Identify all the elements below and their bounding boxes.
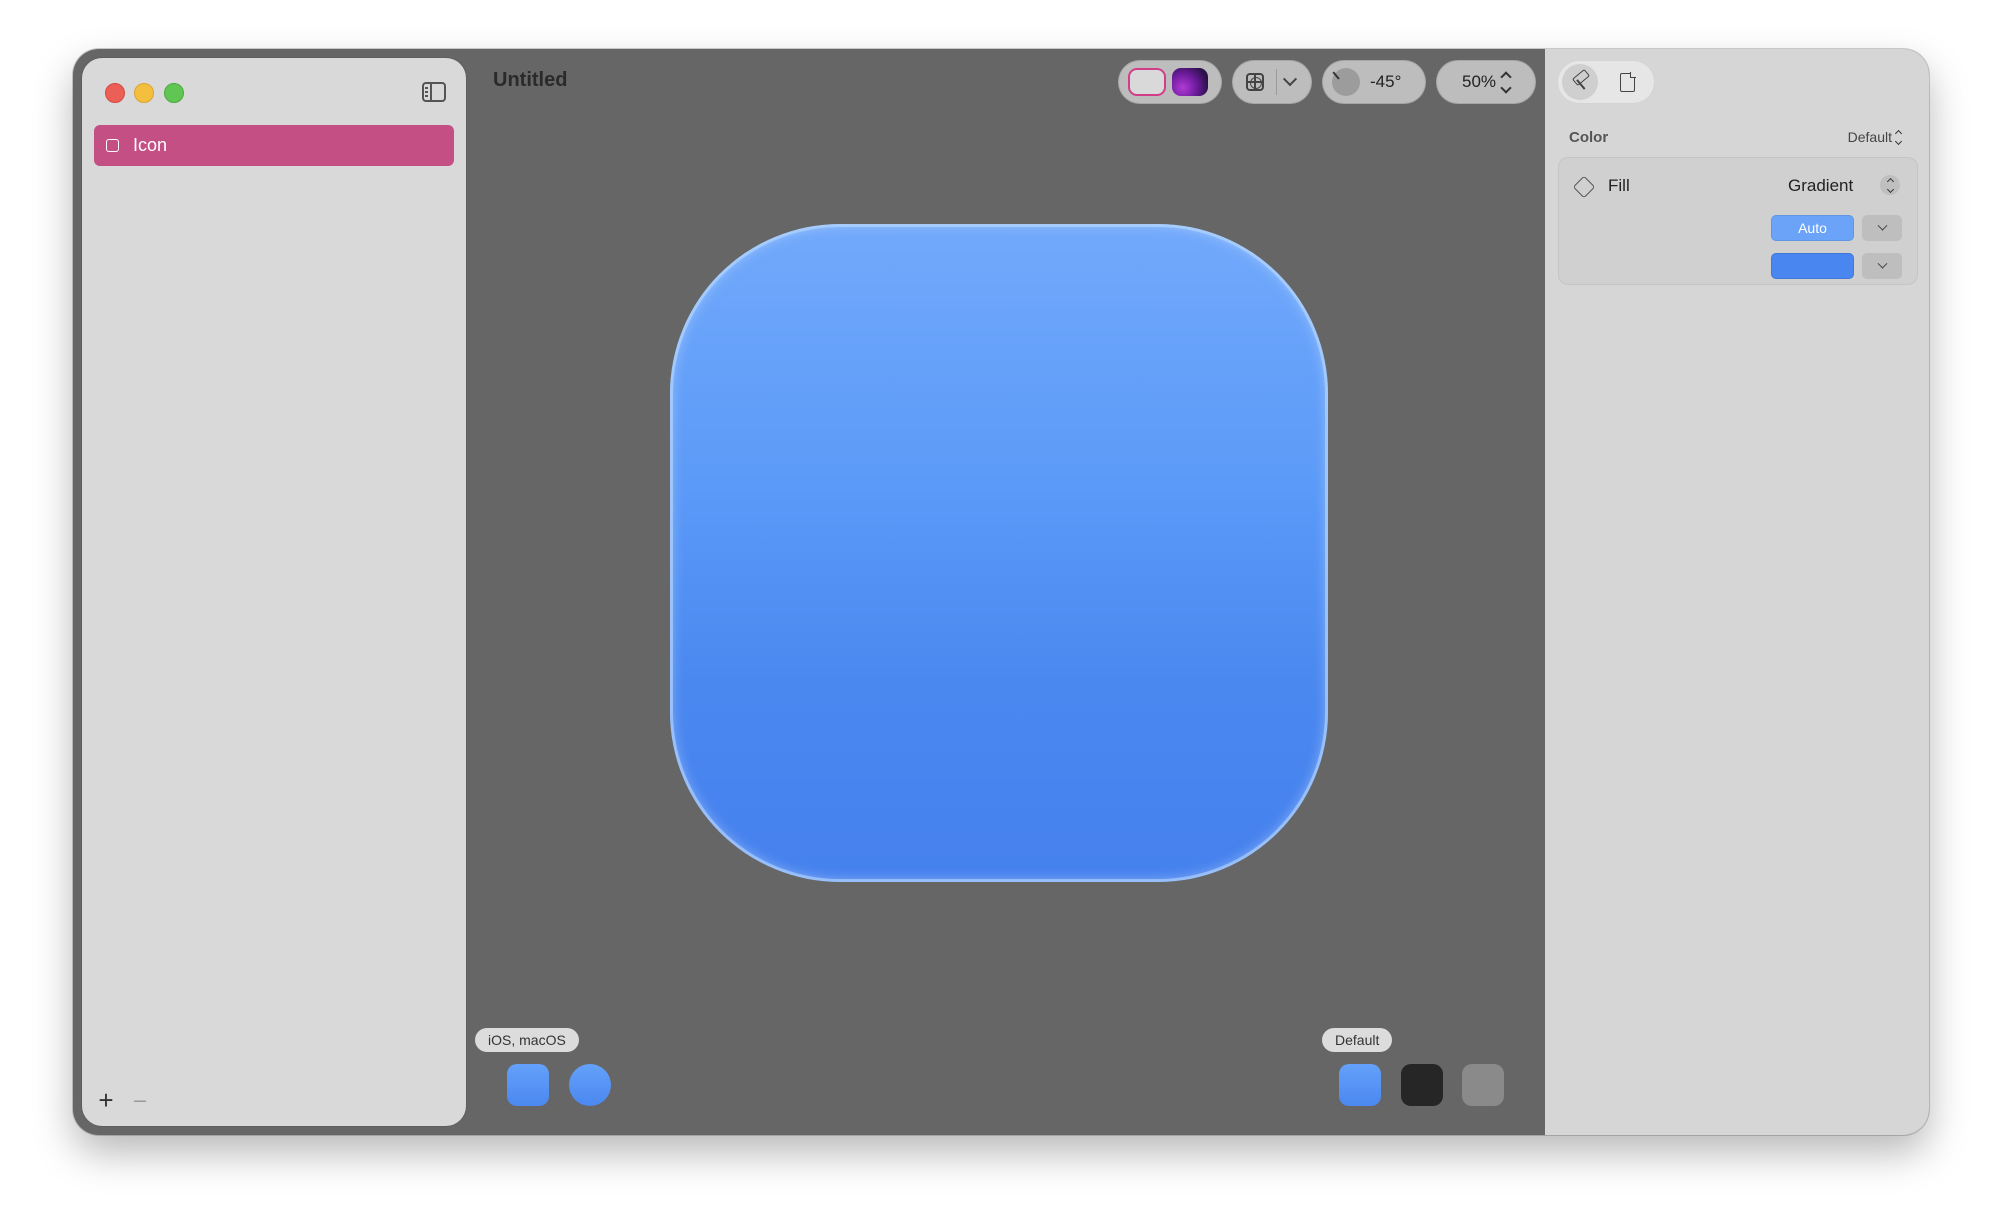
app-window: Icon + – Untitled -45° 50% iOS, macOS De… [73, 49, 1929, 1135]
gradient-stop-2-menu[interactable] [1862, 253, 1902, 279]
platform-badge: iOS, macOS [475, 1028, 579, 1052]
dark-appearance-swatch[interactable] [1172, 68, 1208, 96]
add-layer-button[interactable]: + [96, 1087, 116, 1113]
chevron-down-icon [1877, 220, 1887, 231]
fill-card: Fill Gradient Auto [1558, 157, 1918, 285]
stepper-icon[interactable] [1500, 70, 1512, 94]
sidebar-toggle-icon[interactable] [422, 82, 446, 102]
dark-variant-preview[interactable] [1401, 1064, 1443, 1106]
inspector-tabs [1557, 60, 1655, 104]
document-title: Untitled [493, 69, 568, 91]
minimize-window-button[interactable] [134, 83, 154, 103]
gradient-stop-2-color[interactable] [1771, 253, 1854, 279]
angle-value: -45° [1370, 72, 1402, 91]
sidebar: Icon + – [82, 58, 466, 1126]
light-angle-control[interactable]: -45° [1322, 60, 1426, 104]
zoom-value: 50% [1461, 72, 1497, 91]
zoom-control[interactable]: 50% [1436, 60, 1536, 104]
color-section-title: Color [1569, 129, 1609, 146]
variant-badge: Default [1322, 1028, 1393, 1052]
paint-bucket-icon [1572, 175, 1596, 199]
watchos-circle-preview[interactable] [569, 1064, 611, 1106]
ios-macos-square-preview[interactable] [507, 1064, 549, 1106]
close-window-button[interactable] [105, 83, 125, 103]
layer-item-label: Icon [133, 135, 168, 155]
angle-dial-icon[interactable] [1332, 68, 1360, 96]
color-mode-value: Default [1847, 129, 1892, 145]
tab-document[interactable] [1609, 64, 1645, 100]
default-variant-preview[interactable] [1339, 1064, 1381, 1106]
color-mode-select[interactable]: Default [1847, 129, 1903, 145]
document-icon [1619, 71, 1636, 92]
grid-overlay-menu[interactable] [1232, 60, 1312, 104]
appearance-toggle[interactable] [1118, 60, 1222, 104]
sidebar-footer: + – [96, 1087, 150, 1113]
zoom-window-button[interactable] [164, 83, 184, 103]
tab-properties[interactable] [1562, 64, 1598, 100]
layer-square-icon [106, 139, 119, 152]
gradient-stop-1-color[interactable]: Auto [1771, 215, 1854, 241]
mono-variant-preview[interactable] [1462, 1064, 1504, 1106]
grid-overlay-icon[interactable] [1246, 73, 1264, 91]
hammer-icon [1571, 72, 1589, 92]
fill-type-stepper[interactable] [1880, 175, 1900, 195]
chevron-down-icon[interactable] [1282, 72, 1298, 87]
fill-label: Fill [1608, 176, 1630, 195]
icon-preview[interactable] [670, 224, 1328, 882]
fill-type-value[interactable]: Gradient [1788, 176, 1853, 196]
inspector-panel: Color Default Fill Gradient Auto [1545, 49, 1929, 1135]
pill-divider [1276, 69, 1277, 95]
chevron-down-icon [1877, 258, 1887, 269]
light-appearance-swatch[interactable] [1128, 68, 1166, 96]
layer-item-icon[interactable]: Icon [94, 125, 454, 166]
stepper-icon [1894, 129, 1903, 145]
stepper-icon [1886, 177, 1894, 193]
gradient-stop-1-menu[interactable] [1862, 215, 1902, 241]
remove-layer-button[interactable]: – [130, 1089, 150, 1111]
